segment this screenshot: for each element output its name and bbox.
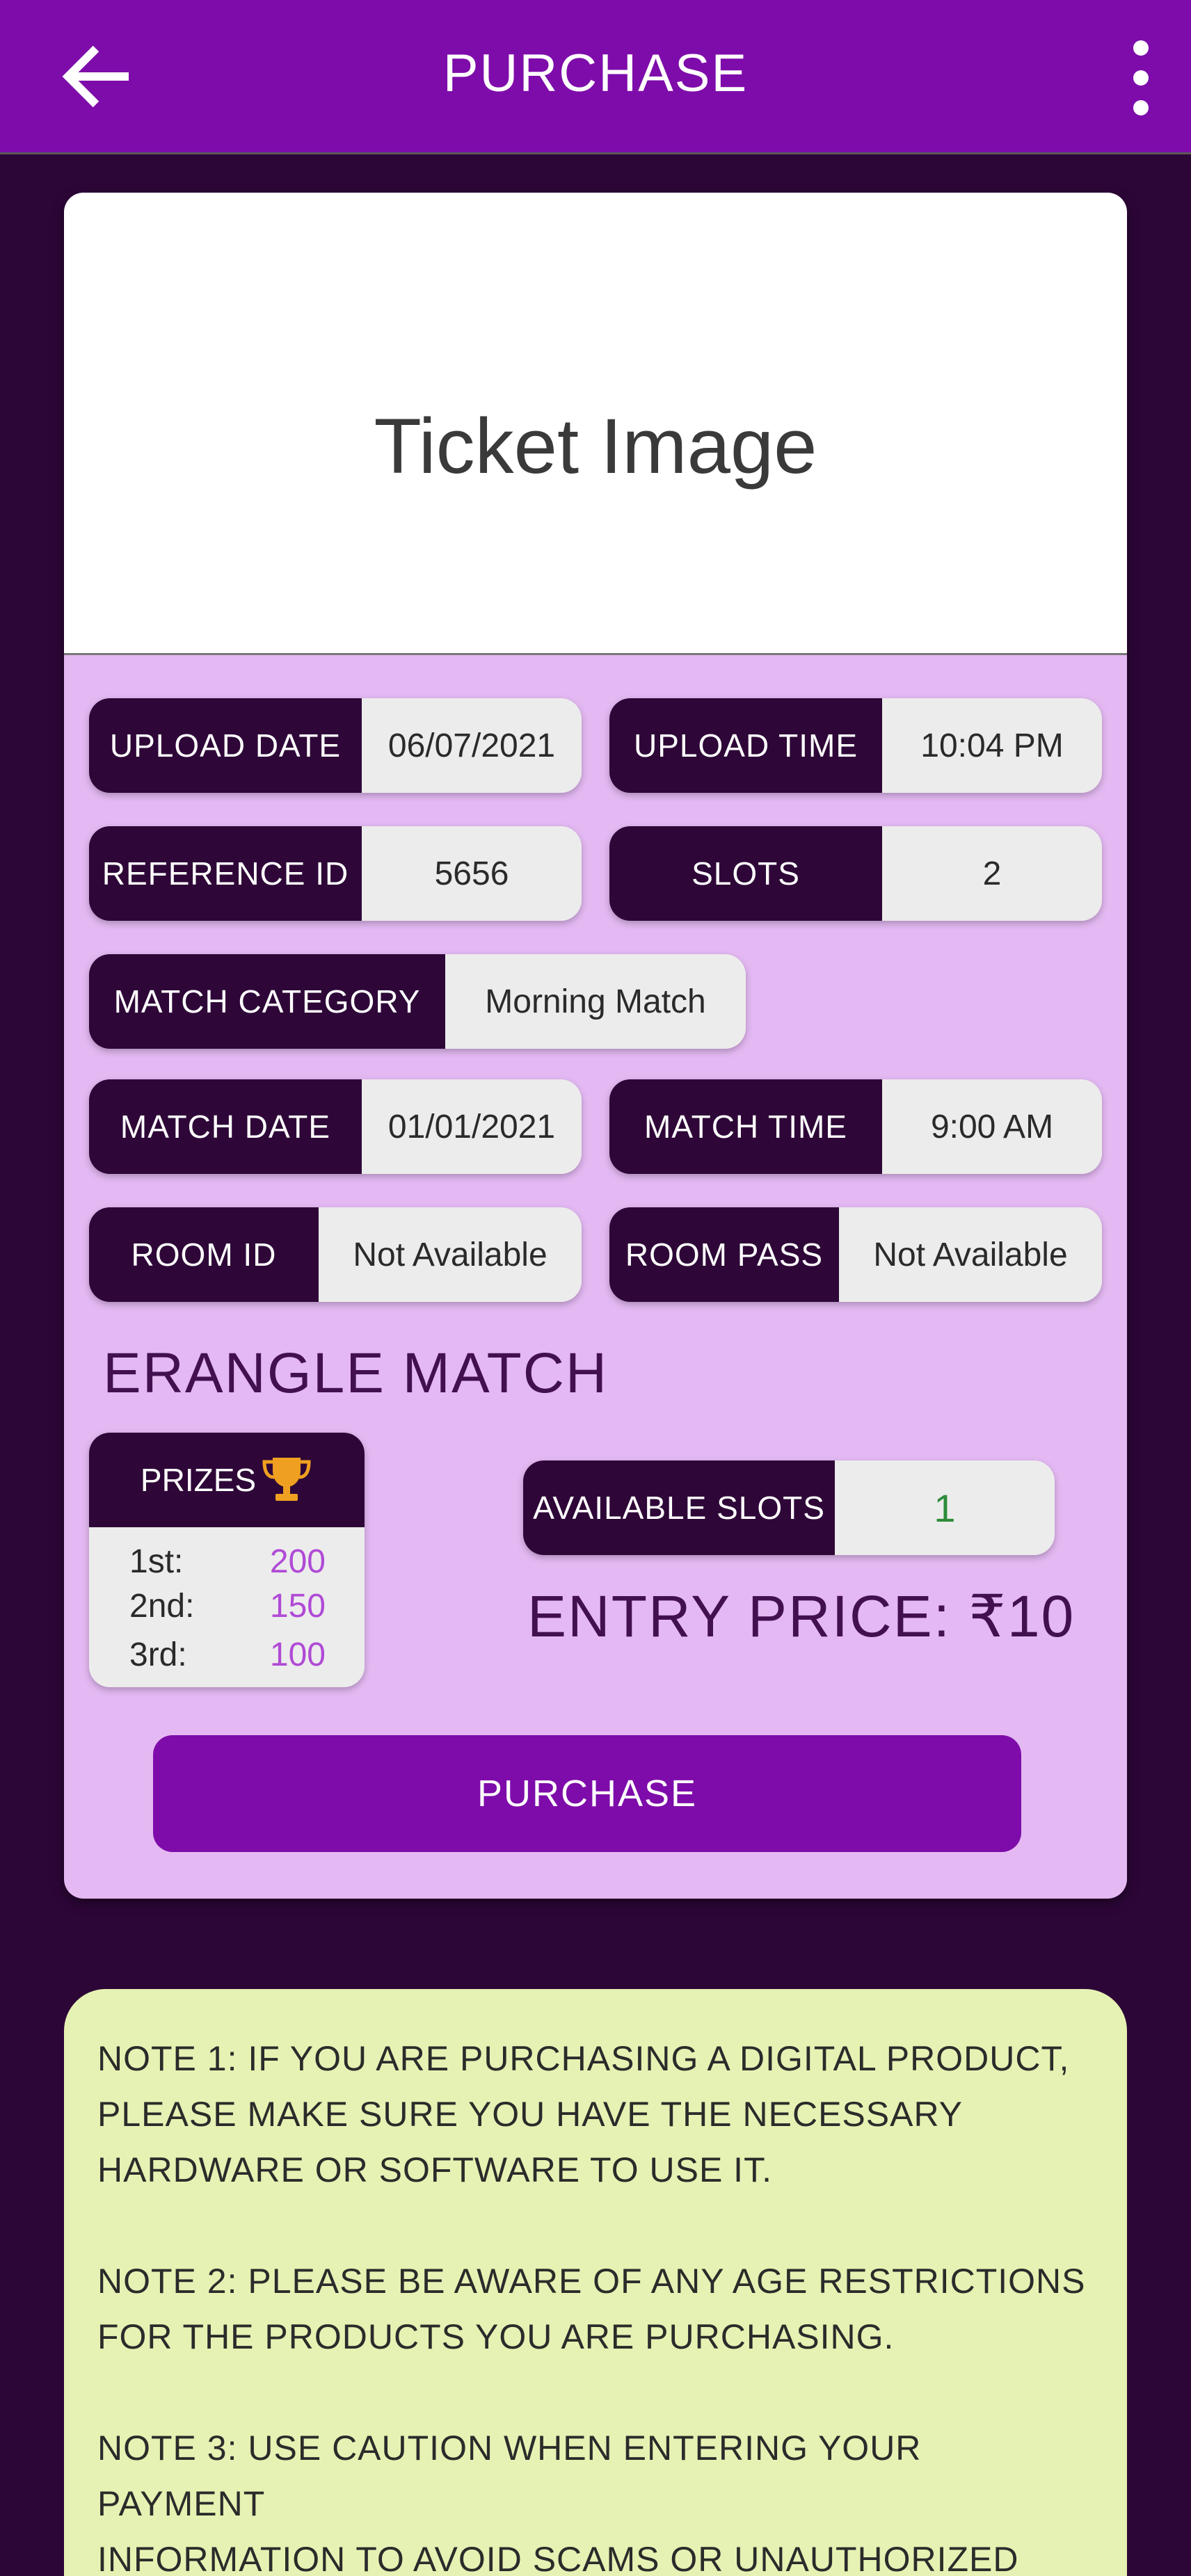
- available-slots-value: 1: [835, 1460, 1055, 1555]
- trophy-icon: [262, 1458, 311, 1501]
- prize-amount: 200: [269, 1543, 326, 1580]
- room-id-value: Not Available: [319, 1207, 582, 1302]
- upload-time-label: UPLOAD TIME: [609, 698, 882, 793]
- page-title: PURCHASE: [442, 44, 749, 103]
- match-date-label: MATCH DATE: [89, 1079, 362, 1174]
- reference-id-pill: REFERENCE ID 5656: [89, 826, 582, 921]
- match-title: ERANGLE MATCH: [103, 1342, 609, 1405]
- room-pass-value: Not Available: [839, 1207, 1102, 1302]
- prize-amount: 150: [269, 1588, 326, 1625]
- prize-place: 1st:: [129, 1543, 184, 1580]
- note-2: NOTE 2: PLEASE BE AWARE OF ANY AGE RESTR…: [97, 2262, 1086, 2356]
- prize-row-2: 2nd: 150: [89, 1587, 365, 1629]
- match-category-label: MATCH CATEGORY: [89, 954, 445, 1049]
- match-time-value: 9:00 AM: [882, 1079, 1102, 1174]
- notes-panel: NOTE 1: IF YOU ARE PURCHASING A DIGITAL …: [64, 1989, 1127, 2576]
- match-category-value: Morning Match: [445, 954, 746, 1049]
- match-date-pill: MATCH DATE 01/01/2021: [89, 1079, 582, 1174]
- more-vertical-icon: [1133, 40, 1149, 115]
- available-slots-pill: AVAILABLE SLOTS 1: [523, 1460, 1055, 1555]
- more-options-button[interactable]: [1120, 38, 1162, 118]
- slots-pill: SLOTS 2: [609, 826, 1102, 921]
- prize-row-1: 1st: 200: [89, 1543, 365, 1584]
- prizes-label: PRIZES: [140, 1462, 257, 1498]
- match-date-value: 01/01/2021: [362, 1079, 582, 1174]
- room-id-label: ROOM ID: [89, 1207, 319, 1302]
- prizes-header: PRIZES: [89, 1433, 365, 1527]
- upload-time-pill: UPLOAD TIME 10:04 PM: [609, 698, 1102, 793]
- ticket-image: Ticket Image: [64, 193, 1127, 655]
- prize-amount: 100: [269, 1636, 326, 1673]
- entry-price: ENTRY PRICE: ₹10: [527, 1584, 1076, 1649]
- ticket-image-placeholder: Ticket Image: [374, 403, 817, 490]
- prize-place: 2nd:: [129, 1588, 195, 1625]
- prize-place: 3rd:: [129, 1636, 187, 1673]
- reference-id-label: REFERENCE ID: [89, 826, 362, 921]
- available-slots-label: AVAILABLE SLOTS: [523, 1460, 835, 1555]
- purchase-button[interactable]: PURCHASE: [153, 1735, 1021, 1852]
- match-category-pill: MATCH CATEGORY Morning Match: [89, 954, 746, 1049]
- upload-time-value: 10:04 PM: [882, 698, 1102, 793]
- note-3: NOTE 3: USE CAUTION WHEN ENTERING YOUR P…: [97, 2429, 1019, 2576]
- prizes-box: PRIZES 1st: 200 2nd: 150 3rd: 100: [89, 1433, 365, 1687]
- match-time-pill: MATCH TIME 9:00 AM: [609, 1079, 1102, 1174]
- slots-label: SLOTS: [609, 826, 882, 921]
- note-1: NOTE 1: IF YOU ARE PURCHASING A DIGITAL …: [97, 2039, 1070, 2189]
- upload-date-pill: UPLOAD DATE 06/07/2021: [89, 698, 582, 793]
- upload-date-value: 06/07/2021: [362, 698, 582, 793]
- room-id-pill: ROOM ID Not Available: [89, 1207, 582, 1302]
- reference-id-value: 5656: [362, 826, 582, 921]
- app-bar: PURCHASE: [0, 0, 1191, 154]
- slots-value: 2: [882, 826, 1102, 921]
- prize-row-3: 3rd: 100: [89, 1636, 365, 1677]
- room-pass-pill: ROOM PASS Not Available: [609, 1207, 1102, 1302]
- room-pass-label: ROOM PASS: [609, 1207, 839, 1302]
- match-time-label: MATCH TIME: [609, 1079, 882, 1174]
- upload-date-label: UPLOAD DATE: [89, 698, 362, 793]
